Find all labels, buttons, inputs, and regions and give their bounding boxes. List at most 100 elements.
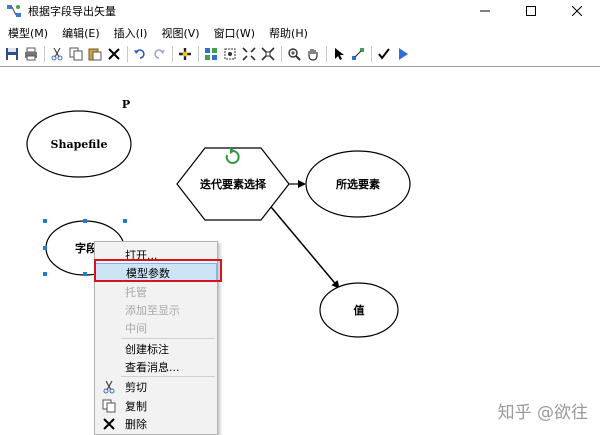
- watermark: 知乎 @欲往: [497, 403, 588, 423]
- menu-item-managed: 托管: [95, 282, 217, 301]
- full-extent-button[interactable]: [221, 46, 238, 63]
- model-builder-window: 根据字段导出矢量 模型(M) 编辑(E) 插入(I) 视图(V) 窗口(W) 帮…: [0, 0, 600, 435]
- menu-item-open[interactable]: 打开...: [95, 245, 217, 264]
- connect-icon: [351, 48, 364, 60]
- menu-item-open-label: 打开...: [125, 248, 158, 262]
- undo-icon: [133, 49, 145, 59]
- cut-icon: [51, 47, 62, 61]
- auto-layout-button[interactable]: [202, 46, 219, 63]
- validate-button[interactable]: [375, 46, 392, 63]
- paste-icon: [88, 48, 101, 61]
- menu-item-copy[interactable]: 复制: [95, 396, 217, 415]
- node-selected-features[interactable]: 所选要素: [305, 150, 411, 218]
- full-extent-icon: [224, 48, 235, 60]
- cut-button[interactable]: [48, 46, 65, 63]
- toolbar-separator: [281, 46, 282, 62]
- node-value-label: 值: [354, 303, 365, 317]
- pan-button[interactable]: [304, 46, 321, 63]
- close-icon: [572, 6, 582, 16]
- node-value[interactable]: 值: [319, 282, 399, 338]
- menu-item-delete[interactable]: 删除: [95, 414, 217, 433]
- pan-icon: [307, 49, 318, 61]
- select-button[interactable]: [330, 46, 347, 63]
- copy-button[interactable]: [67, 46, 84, 63]
- title-bar: 根据字段导出矢量: [0, 0, 600, 22]
- window-title: 根据字段导出矢量: [28, 5, 116, 18]
- menu-item-cut[interactable]: 剪切: [95, 377, 217, 396]
- connect-button[interactable]: [349, 46, 366, 63]
- undo-button[interactable]: [131, 46, 148, 63]
- model-builder-app-icon: [7, 5, 21, 17]
- menu-item-view-messages-label: 查看消息...: [125, 360, 180, 374]
- menu-item-delete-label: 删除: [125, 417, 147, 431]
- menu-item-add-to-display-label: 添加至显示: [125, 303, 180, 317]
- node-iterator-label: 迭代要素选择: [200, 177, 267, 191]
- delete-icon: [107, 48, 120, 60]
- cut-icon: [101, 379, 117, 395]
- toolbar: [0, 43, 600, 65]
- delete-button[interactable]: [105, 46, 122, 63]
- zoom-in-fixed-icon: [241, 47, 256, 61]
- zoom-in-fixed-button[interactable]: [240, 46, 257, 63]
- menu-edit[interactable]: 编辑(E): [54, 25, 106, 41]
- maximize-button[interactable]: [508, 0, 554, 22]
- minimize-icon: [480, 10, 490, 12]
- toolbar-separator: [326, 46, 327, 62]
- toolbar-separator: [198, 46, 199, 62]
- menu-item-intermediate: 中间: [95, 318, 217, 337]
- run-icon: [398, 48, 408, 60]
- auto-layout-icon: [204, 48, 217, 60]
- menu-view[interactable]: 视图(V): [153, 25, 205, 41]
- close-button[interactable]: [554, 0, 600, 22]
- toolbar-separator: [127, 46, 128, 62]
- print-icon: [24, 47, 37, 61]
- delete-icon: [101, 416, 117, 432]
- zoom-in-icon: [287, 48, 301, 61]
- zoom-out-fixed-button[interactable]: [259, 46, 276, 63]
- menu-item-view-messages[interactable]: 查看消息...: [95, 357, 217, 376]
- menu-bar: 模型(M) 编辑(E) 插入(I) 视图(V) 窗口(W) 帮助(H): [0, 24, 600, 42]
- node-shapefile-label: Shapefile: [51, 138, 108, 151]
- window-controls: [462, 0, 600, 22]
- add-data-icon: [178, 48, 191, 60]
- redo-button[interactable]: [150, 46, 167, 63]
- parameter-marker: P: [122, 98, 130, 111]
- print-button[interactable]: [22, 46, 39, 63]
- redo-icon: [153, 49, 165, 59]
- toolbar-separator: [371, 46, 372, 62]
- model-canvas[interactable]: Shapefile P 迭代要素选择 所选要素 值 字段: [0, 66, 600, 435]
- menu-insert[interactable]: 插入(I): [106, 25, 154, 41]
- save-icon: [5, 48, 18, 60]
- add-data-button[interactable]: [176, 46, 193, 63]
- menu-item-add-to-display: 添加至显示: [95, 300, 217, 319]
- copy-icon: [69, 47, 82, 61]
- menu-item-create-label[interactable]: 创建标注: [95, 339, 217, 358]
- menu-item-model-parameter-label: 模型参数: [126, 266, 170, 280]
- run-button[interactable]: [394, 46, 411, 63]
- toolbar-separator: [44, 46, 45, 62]
- maximize-icon: [526, 6, 536, 16]
- node-selected-label: 所选要素: [336, 177, 380, 191]
- node-shapefile[interactable]: Shapefile: [26, 110, 132, 178]
- paste-button[interactable]: [86, 46, 103, 63]
- zoom-in-button[interactable]: [285, 46, 302, 63]
- minimize-button[interactable]: [462, 0, 508, 22]
- connector-iterator-to-value[interactable]: [265, 200, 340, 289]
- context-menu: 打开... 模型参数 托管 添加至显示 中间 创建标注 查看消息... 剪切 复…: [94, 241, 218, 435]
- menu-model[interactable]: 模型(M): [0, 25, 54, 41]
- menu-item-copy-label: 复制: [125, 399, 147, 413]
- zoom-out-fixed-icon: [260, 47, 275, 61]
- menu-window[interactable]: 窗口(W): [206, 25, 261, 41]
- menu-item-managed-label: 托管: [125, 285, 147, 299]
- toolbar-separator: [172, 46, 173, 62]
- menu-item-create-label-label: 创建标注: [125, 342, 169, 356]
- select-icon: [334, 48, 344, 60]
- menu-item-model-parameter[interactable]: 模型参数: [95, 263, 217, 282]
- save-button[interactable]: [3, 46, 20, 63]
- diagram-svg: Shapefile P 迭代要素选择 所选要素 值 字段: [26, 98, 411, 338]
- validate-icon: [377, 48, 390, 60]
- copy-icon: [101, 398, 117, 414]
- menu-item-cut-label: 剪切: [125, 380, 147, 394]
- menu-help[interactable]: 帮助(H): [261, 25, 314, 41]
- menu-item-intermediate-label: 中间: [125, 321, 147, 335]
